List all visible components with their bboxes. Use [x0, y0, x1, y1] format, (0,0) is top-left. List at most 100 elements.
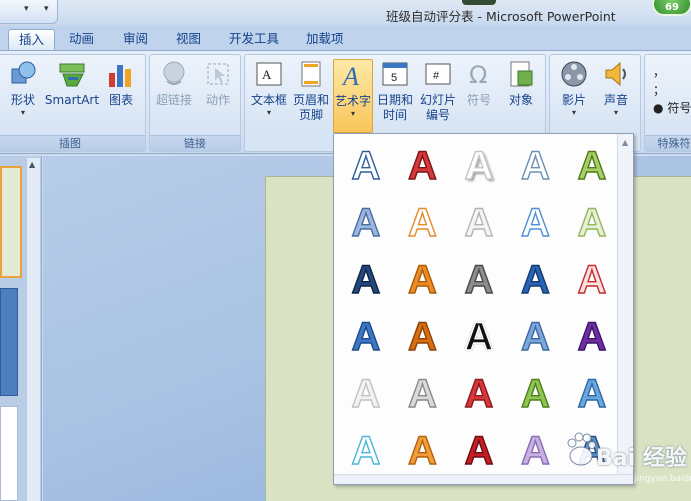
scroll-up-icon[interactable]: ▲ — [622, 138, 628, 147]
wordart-sample-glyph: A — [520, 314, 550, 359]
wordart-style-fill-white-shadow[interactable]: A — [451, 138, 507, 194]
group-label-special: 特殊符 — [645, 135, 691, 151]
chevron-down-icon: ▾ — [350, 109, 355, 118]
wordart-style-fill-orange-dark[interactable]: A — [395, 309, 451, 365]
wordart-style-fill-none-outline-blue[interactable]: A — [338, 138, 394, 194]
textbox-icon: A — [256, 62, 282, 86]
header-footer-button[interactable]: 页眉和页脚 — [291, 59, 331, 123]
qat-dropdown-icon[interactable]: ▾ — [24, 4, 29, 14]
wordart-style-fill-blue-reflect[interactable]: A — [338, 309, 394, 365]
wordart-style-fill-blue-light[interactable]: A — [564, 366, 620, 422]
scroll-up-icon[interactable]: ▲ — [29, 160, 35, 169]
wordart-style-fill-orange-light[interactable]: A — [395, 423, 451, 479]
wordart-style-fill-orange-bevel[interactable]: A — [395, 252, 451, 308]
textbox-button[interactable]: A 文本框 ▾ — [249, 59, 289, 118]
symbol-comma[interactable]: ， — [653, 65, 665, 79]
wordart-style-fill-lightblue-gradient[interactable]: A — [508, 309, 564, 365]
watermark-url: jingyan.baidu.com — [634, 474, 691, 484]
quick-access-toolbar: ▾ ▾ — [0, 0, 58, 24]
wordart-sample-glyph: A — [577, 257, 607, 302]
watermark-logo: Bai 经验 jingyan.baidu.com — [560, 426, 691, 496]
wordart-sample-glyph: A — [464, 428, 494, 473]
wordart-style-fill-lavender[interactable]: A — [508, 423, 564, 479]
qat-customize-icon[interactable]: ▾ — [44, 4, 49, 14]
wordart-sample-glyph: A — [351, 371, 381, 416]
slide-thumbnail-3[interactable] — [0, 406, 18, 501]
smartart-label: SmartArt — [44, 93, 100, 107]
svg-text:A: A — [341, 62, 359, 90]
wordart-style-fill-red-dark[interactable]: A — [451, 423, 507, 479]
hyperlink-button[interactable]: 超链接 — [152, 59, 196, 108]
slide-number-button[interactable]: # 幻灯片编号 — [417, 59, 459, 123]
wordart-style-fill-white-outline-lightblue[interactable]: A — [508, 195, 564, 251]
wordart-label: 艺术字 — [334, 94, 371, 108]
wordart-style-fill-black-outline[interactable]: A — [451, 309, 507, 365]
sound-label: 声音 — [603, 93, 628, 107]
wordart-style-fill-blue-soft[interactable]: A — [338, 195, 394, 251]
wordart-sample-glyph: A — [351, 143, 381, 188]
wordart-sample-glyph: A — [407, 371, 437, 416]
group-label-links: 链接 — [150, 135, 240, 151]
wordart-style-fill-white-gray[interactable]: A — [338, 366, 394, 422]
wordart-sample-glyph: A — [520, 371, 550, 416]
wordart-style-fill-green-gradient[interactable]: A — [508, 366, 564, 422]
svg-text:A: A — [262, 67, 272, 82]
chart-button[interactable]: 图表 — [103, 59, 139, 108]
object-icon — [510, 61, 533, 87]
symbol-label[interactable]: 符号 — [667, 101, 691, 115]
wordart-style-fill-white-outline-red[interactable]: A — [564, 252, 620, 308]
tab-addins[interactable]: 加载项 — [296, 29, 354, 50]
wordart-sample-glyph: A — [577, 143, 607, 188]
wordart-style-fill-blue-gradient[interactable]: A — [508, 252, 564, 308]
wordart-style-fill-purple[interactable]: A — [564, 309, 620, 365]
wordart-style-fill-red-outline[interactable]: A — [395, 138, 451, 194]
symbol-semicolon[interactable]: ； — [653, 83, 665, 97]
wordart-style-fill-white-outline-blue[interactable]: A — [508, 138, 564, 194]
wordart-style-fill-white-outline-cyan[interactable]: A — [338, 423, 394, 479]
chart-label: 图表 — [108, 93, 133, 107]
tab-view[interactable]: 视图 — [166, 29, 211, 50]
symbol-bullet[interactable]: ● — [653, 101, 663, 115]
wordart-button[interactable]: A 艺术字 ▾ — [333, 59, 373, 133]
wordart-sample-glyph: A — [464, 314, 494, 359]
wordart-style-fill-gray-outline[interactable]: A — [395, 366, 451, 422]
chart-icon — [109, 65, 131, 87]
group-special-symbols: ， ； ： ● 符号 特殊符 — [644, 54, 691, 152]
tab-developer[interactable]: 开发工具 — [219, 29, 289, 50]
wordart-sample-glyph: A — [577, 314, 607, 359]
svg-text:#: # — [433, 70, 440, 82]
sound-button[interactable]: 声音 ▾ — [596, 59, 636, 118]
slide-thumbnail-2[interactable] — [0, 288, 18, 396]
watermark-text: Bai 经验 — [596, 446, 687, 471]
shapes-icon — [11, 61, 36, 84]
symbol-button[interactable]: Ω 符号 — [459, 59, 499, 108]
action-button[interactable]: 动作 — [198, 59, 238, 108]
slide-thumbnail-1[interactable] — [0, 166, 22, 278]
wordart-style-fill-white-outline-orange[interactable]: A — [395, 195, 451, 251]
wordart-style-fill-white-outline-green[interactable]: A — [564, 195, 620, 251]
wordart-style-fill-gray-bevel[interactable]: A — [451, 252, 507, 308]
wordart-sample-glyph: A — [520, 143, 550, 188]
movie-label: 影片 — [561, 93, 586, 107]
wordart-style-fill-red-gradient[interactable]: A — [451, 366, 507, 422]
date-time-label: 日期和时间 — [377, 93, 414, 122]
smartart-button[interactable]: SmartArt — [43, 59, 101, 108]
wordart-style-fill-white-outline-gray[interactable]: A — [451, 195, 507, 251]
tab-insert[interactable]: 插入 — [8, 29, 56, 50]
baidu-paw-icon — [567, 432, 596, 466]
chevron-down-icon: ▾ — [613, 108, 618, 117]
slides-scrollbar[interactable]: ▲ — [26, 158, 40, 501]
svg-text:5: 5 — [391, 72, 397, 84]
movie-button[interactable]: 影片 ▾ — [554, 59, 594, 118]
badge-counter: 69 — [652, 0, 691, 16]
group-illustrations: 形状 ▾ SmartArt 图表 插图 — [0, 54, 146, 152]
title-bar: ▾ ▾ 班级自动评分表 - Microsoft PowerPoint 69 — [0, 0, 691, 26]
shapes-button[interactable]: 形状 ▾ — [5, 59, 41, 118]
wordart-style-fill-lightgreen-outline[interactable]: A — [564, 138, 620, 194]
wordart-style-fill-navy-bevel[interactable]: A — [338, 252, 394, 308]
tab-animation[interactable]: 动画 — [59, 29, 104, 50]
chevron-down-icon: ▾ — [266, 108, 271, 117]
object-button[interactable]: 对象 — [501, 59, 541, 108]
tab-review[interactable]: 审阅 — [113, 29, 158, 50]
date-time-button[interactable]: 5 日期和时间 — [375, 59, 415, 123]
